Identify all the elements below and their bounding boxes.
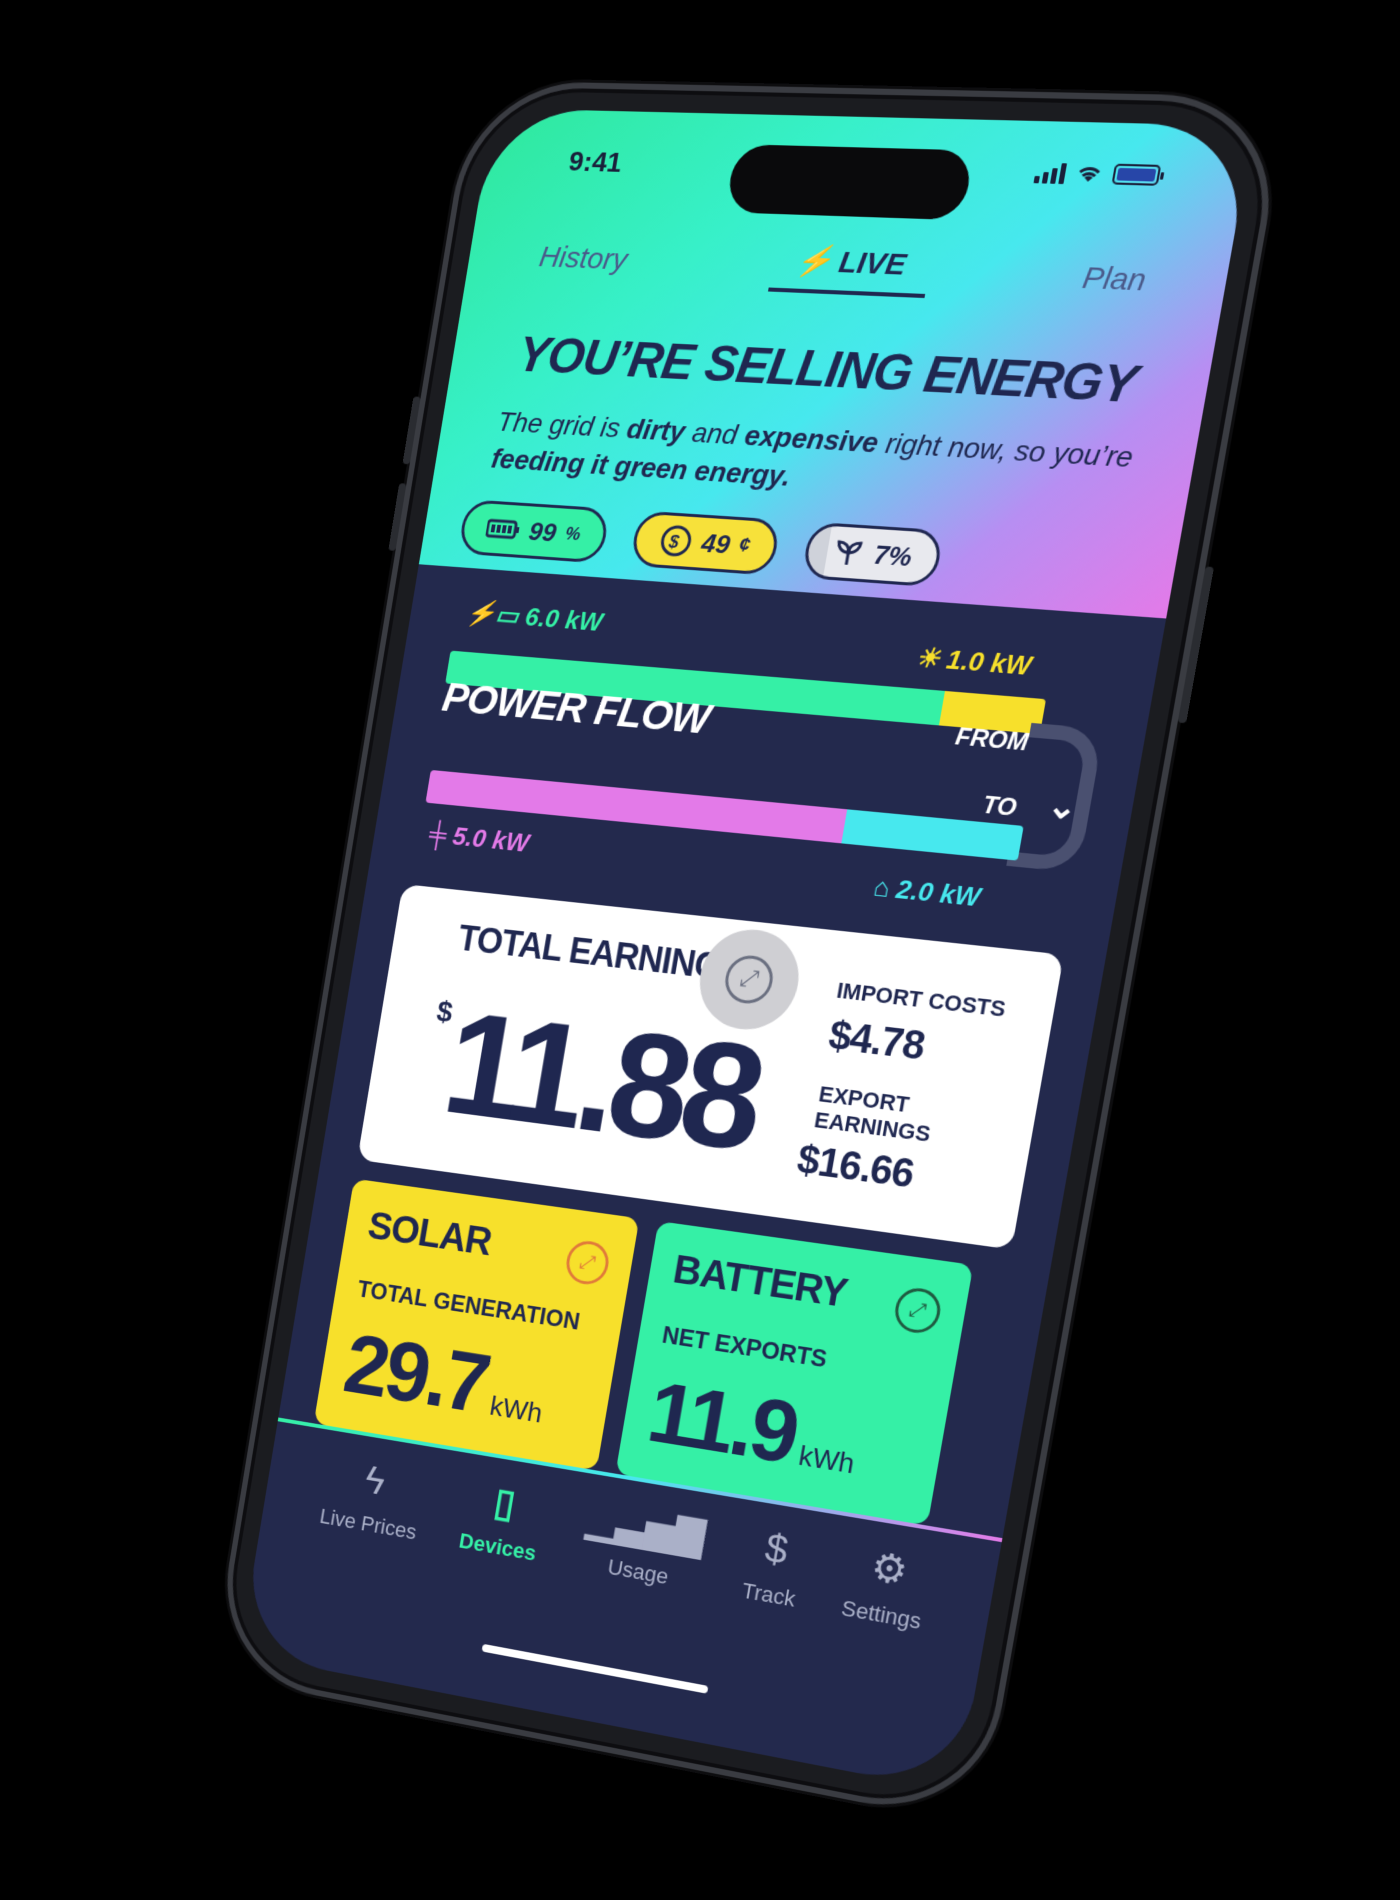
svg-text:$: $ [666,531,680,552]
battery-card-value: 11.9kWh [641,1361,867,1494]
battery-level-value: 99 [527,516,559,548]
signal-icon [1033,160,1067,184]
tab-live[interactable]: ⚡LIVE [768,242,933,298]
import-costs-value: $4.78 [825,1013,928,1069]
leaf-sprout-icon [830,535,867,569]
battery-level-chip[interactable]: 99% [457,499,610,563]
battery-device-icon: ▯ [491,1478,519,1529]
export-earnings-value: $16.66 [794,1138,917,1198]
tab-plan[interactable]: Plan [1080,261,1149,299]
bar-chart-icon: ▁▃▅▇ [583,1493,708,1562]
status-icons [1033,160,1161,186]
wifi-icon [1074,163,1105,185]
volume-up-button [402,396,420,464]
from-label: FROM [953,723,1030,758]
app-screen: 9:41 History ⚡LIVE Plan YOU’RE SELLING E… [239,108,1253,1792]
bolt-icon: ⚡ [794,243,837,280]
to-label: TO [980,791,1019,823]
home-flow-label: ⌂ 2.0 kW [871,871,983,913]
power-button [1178,566,1214,723]
solar-flow-label: ☀ 1.0 kW [913,642,1033,683]
battery-flow-label: ⚡▭ 6.0 kW [464,597,605,638]
solar-expand-icon[interactable]: ⤢ [563,1238,612,1287]
solar-card-value: 29.7kWh [338,1314,554,1443]
battery-icon [485,518,521,540]
status-time: 9:41 [566,146,624,179]
battery-level-unit: % [564,523,582,545]
dynamic-island [725,144,975,220]
dollar-up-icon: $ [657,523,695,559]
export-earnings-label: EXPORT EARNINGS [812,1081,937,1148]
solar-card-title: SOLAR [365,1204,495,1265]
green-energy-value: 7% [871,539,914,573]
home-indicator[interactable] [482,1644,709,1694]
dollar-search-icon: $ [761,1524,791,1577]
bolt-icon: ϟ [362,1456,389,1506]
battery-expand-icon[interactable]: ⤢ [892,1285,944,1335]
battery-card-title: BATTERY [670,1248,850,1317]
green-energy-chip[interactable]: 7% [801,522,944,588]
tab-track[interactable]: $ Track [740,1521,807,1613]
solar-card[interactable]: SOLAR ⤢ TOTAL GENERATION 29.7kWh [314,1179,640,1471]
tab-live-label: LIVE [836,245,908,281]
earnings-currency: $ [434,995,455,1029]
battery-charge-icon: ⚡▭ [464,597,521,630]
price-chip[interactable]: $ 49 ¢ [629,510,781,575]
home-icon: ⌂ [871,871,892,903]
price-value: 49 [699,527,732,560]
phone-frame: 9:41 History ⚡LIVE Plan YOU’RE SELLING E… [211,80,1289,1825]
sun-panel-icon: ☀ [914,642,943,674]
tab-live-prices[interactable]: ϟ Live Prices [318,1449,428,1545]
grid-flow-label: ╪ 5.0 kW [427,819,531,859]
gear-icon: ⚙ [867,1542,912,1598]
battery-status-icon [1111,164,1161,186]
tab-usage[interactable]: ▁▃▅▇ Usage [578,1493,709,1595]
tab-devices[interactable]: ▯ Devices [457,1473,547,1567]
tab-settings[interactable]: ⚙ Settings [839,1538,933,1635]
earnings-total: 11.88 [434,978,770,1185]
power-tower-icon: ╪ [427,819,449,849]
tab-history[interactable]: History [537,241,630,278]
phone-mockup: 9:41 History ⚡LIVE Plan YOU’RE SELLING E… [200,60,1180,1800]
expand-icon: ⤢ [722,953,777,1006]
price-unit: ¢ [737,534,752,558]
volume-down-button [388,483,406,551]
battery-card[interactable]: BATTERY ⤢ NET EXPORTS 11.9kWh [615,1221,973,1526]
